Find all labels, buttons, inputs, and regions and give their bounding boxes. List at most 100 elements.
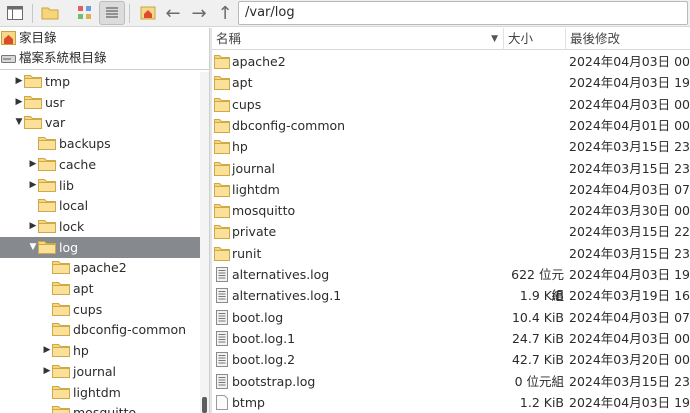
tree-item[interactable]: cups bbox=[0, 299, 200, 320]
place-label: 家目錄 bbox=[19, 30, 57, 45]
file-size: 10.4 KiB bbox=[511, 309, 564, 325]
tree-item-label: journal bbox=[73, 363, 117, 379]
chevron-right-icon[interactable]: ▶ bbox=[28, 175, 38, 196]
tree-item-label: lib bbox=[59, 177, 74, 193]
file-row[interactable]: boot.log.1 24.7 KiB 2024年04月03日 00:00 bbox=[212, 328, 690, 349]
file-modified: 2024年04月03日 00:00 bbox=[569, 330, 690, 346]
file-name: journal bbox=[232, 160, 276, 176]
column-modified-label: 最後修改 bbox=[570, 31, 621, 46]
tree-item[interactable]: ▶ lib bbox=[0, 175, 200, 196]
icon-view-button[interactable] bbox=[72, 1, 98, 25]
folder-icon bbox=[52, 302, 70, 316]
file-row[interactable]: boot.log 10.4 KiB 2024年04月03日 07:58 bbox=[212, 307, 690, 328]
chevron-down-icon[interactable]: ▼ bbox=[14, 112, 24, 133]
chevron-right-icon[interactable]: ▶ bbox=[28, 216, 38, 237]
file-name: alternatives.log bbox=[232, 267, 330, 282]
place-home[interactable]: 家目錄 bbox=[0, 28, 209, 48]
file-row[interactable]: apt 2024年04月03日 19:58 bbox=[212, 72, 690, 93]
home-icon bbox=[1, 31, 16, 45]
tree-item[interactable]: ▶ hp bbox=[0, 340, 200, 361]
file-modified: 2024年03月15日 23:12 bbox=[569, 373, 690, 389]
file-modified: 2024年04月03日 19:58 bbox=[569, 75, 690, 91]
file-modified: 2024年04月03日 07:58 bbox=[569, 181, 690, 197]
file-row[interactable]: boot.log.2 42.7 KiB 2024年03月20日 00:00 bbox=[212, 349, 690, 370]
file-row[interactable]: mosquitto 2024年03月30日 00:00 bbox=[212, 200, 690, 221]
tree-item[interactable]: ▶ tmp bbox=[0, 72, 200, 92]
folder-icon bbox=[41, 7, 59, 20]
folder-icon bbox=[52, 406, 70, 413]
place-label: 檔案系統根目錄 bbox=[19, 50, 107, 65]
text-file-icon bbox=[216, 352, 228, 368]
folder-icon bbox=[214, 204, 230, 219]
tree-item[interactable]: backups bbox=[0, 133, 200, 154]
file-name: dbconfig-common bbox=[232, 117, 346, 133]
tree-item[interactable]: ▼ var bbox=[0, 112, 200, 133]
file-modified: 2024年03月20日 00:00 bbox=[569, 352, 690, 368]
tree-item[interactable]: apt bbox=[0, 278, 200, 299]
new-folder-button[interactable] bbox=[37, 1, 63, 25]
chevron-down-icon[interactable]: ▼ bbox=[28, 237, 38, 258]
folder-icon bbox=[214, 76, 230, 91]
folder-icon bbox=[214, 246, 230, 261]
column-name[interactable]: 名稱 ▼ bbox=[212, 28, 504, 50]
file-name: hp bbox=[232, 139, 248, 155]
file-row[interactable]: journal 2024年03月15日 23:12 bbox=[212, 158, 690, 179]
home-button[interactable] bbox=[135, 1, 161, 25]
file-modified: 2024年03月15日 23:01 bbox=[569, 245, 690, 261]
chevron-right-icon[interactable]: ▶ bbox=[42, 361, 52, 382]
chevron-right-icon[interactable]: ▶ bbox=[28, 154, 38, 175]
place-filesystem-root[interactable]: 檔案系統根目錄 bbox=[0, 48, 209, 68]
tree-item[interactable]: ▶ usr bbox=[0, 92, 200, 113]
file-row[interactable]: apache2 2024年04月03日 00:00 bbox=[212, 51, 690, 72]
file-row[interactable]: dbconfig-common 2024年04月01日 00:00 bbox=[212, 115, 690, 136]
folder-icon bbox=[214, 225, 230, 240]
tree-scrollbar[interactable] bbox=[200, 72, 209, 413]
file-row[interactable]: hp 2024年03月15日 23:04 bbox=[212, 136, 690, 157]
tree-item-label: tmp bbox=[45, 74, 71, 89]
chevron-right-icon[interactable]: ▶ bbox=[42, 340, 52, 361]
location-input[interactable]: /var/log bbox=[238, 1, 688, 25]
chevron-right-icon[interactable]: ▶ bbox=[14, 92, 24, 113]
column-size[interactable]: 大小 bbox=[504, 28, 566, 50]
back-button[interactable]: ← bbox=[160, 1, 186, 25]
tree-item-label: usr bbox=[45, 94, 65, 110]
tree-item[interactable]: apache2 bbox=[0, 257, 200, 278]
file-row[interactable]: bootstrap.log 0 位元組 2024年03月15日 23:12 bbox=[212, 371, 690, 392]
text-file-icon bbox=[216, 373, 228, 389]
tree-item[interactable]: ▶ cache bbox=[0, 154, 200, 175]
tree-item[interactable]: lightdm bbox=[0, 382, 200, 403]
file-row[interactable]: runit 2024年03月15日 23:01 bbox=[212, 243, 690, 264]
file-list: 名稱 ▼ 大小 最後修改 apache2 2024年04月03日 00:00 apt… bbox=[212, 28, 690, 413]
chevron-right-icon[interactable]: ▶ bbox=[14, 72, 24, 92]
up-button[interactable]: ↑ bbox=[212, 1, 238, 25]
tree-item[interactable]: mosquitto bbox=[0, 402, 200, 413]
tree-item[interactable]: ▼ log bbox=[0, 236, 200, 258]
file-row[interactable]: private 2024年03月15日 22:59 bbox=[212, 221, 690, 242]
folder-icon bbox=[24, 95, 42, 109]
column-modified[interactable]: 最後修改 bbox=[566, 28, 690, 50]
file-modified: 2024年03月19日 16:48 bbox=[569, 288, 690, 304]
file-row[interactable]: lightdm 2024年04月03日 07:58 bbox=[212, 179, 690, 200]
tree-item[interactable]: ▶ journal bbox=[0, 361, 200, 382]
file-row[interactable]: alternatives.log622 位元組2024年04月03日 19:58 bbox=[212, 264, 690, 303]
scrollbar-thumb[interactable] bbox=[202, 397, 207, 413]
tree-item-label: lightdm bbox=[73, 384, 121, 400]
list-view-icon bbox=[106, 7, 118, 18]
forward-button[interactable]: → bbox=[186, 1, 212, 25]
tree-item-label: apache2 bbox=[73, 260, 127, 276]
file-row[interactable]: btmp 1.2 KiB 2024年04月03日 19:44 bbox=[212, 392, 690, 413]
folder-icon bbox=[214, 97, 230, 112]
tree-item[interactable]: ▶ lock bbox=[0, 216, 200, 237]
tree-item[interactable]: local bbox=[0, 195, 200, 216]
toggle-sidepanel-button[interactable] bbox=[2, 1, 28, 25]
file-row[interactable]: cups 2024年04月03日 00:00 bbox=[212, 94, 690, 115]
file-size: 1.2 KiB bbox=[519, 394, 564, 410]
tree-item[interactable]: dbconfig-common bbox=[0, 319, 200, 340]
icon-view-icon bbox=[78, 6, 91, 19]
file-row[interactable]: alternatives.log.1 1.9 KiB 2024年03月19日 16:… bbox=[212, 285, 690, 306]
list-view-button[interactable] bbox=[99, 1, 125, 25]
folder-icon bbox=[52, 385, 70, 399]
file-modified: 2024年04月03日 19:44 bbox=[569, 394, 690, 410]
tree-item-label: cups bbox=[73, 301, 103, 317]
sort-down-icon: ▼ bbox=[491, 34, 498, 44]
